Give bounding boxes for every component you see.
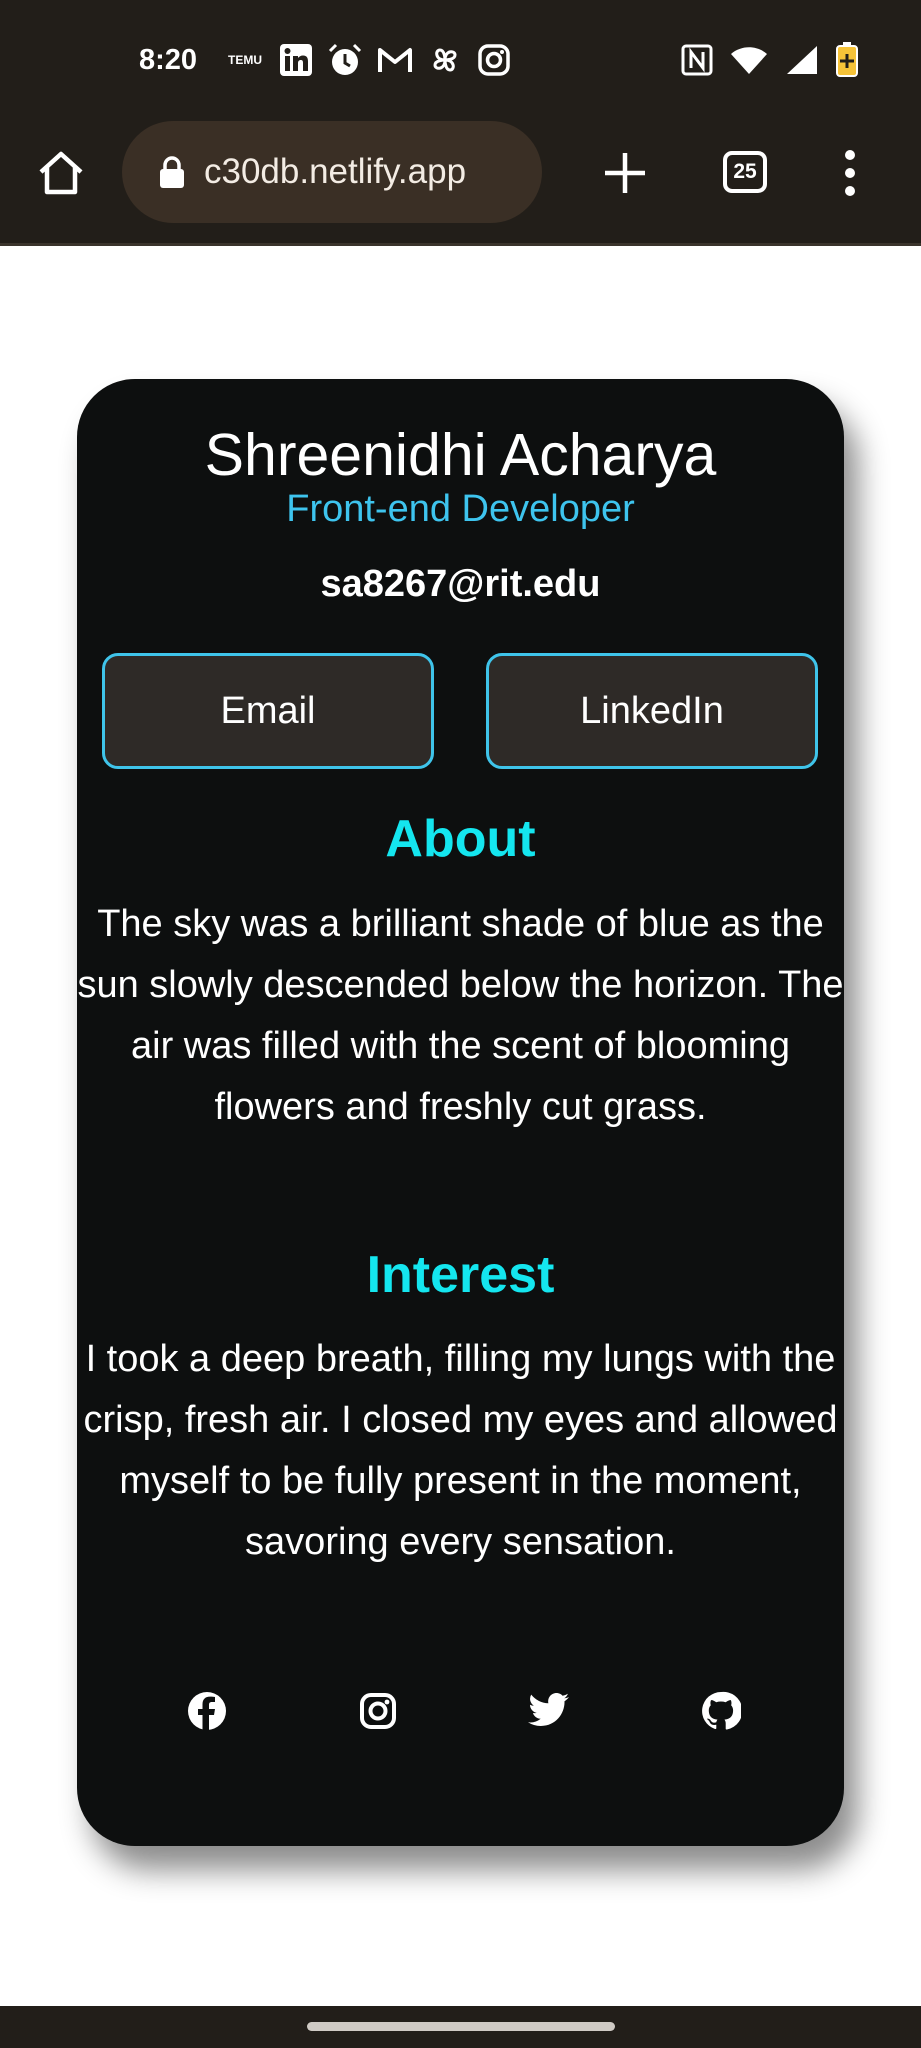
gesture-handle[interactable]: [307, 2022, 615, 2031]
lock-icon: [158, 155, 186, 189]
home-icon[interactable]: [34, 146, 88, 200]
profile-email: sa8267@rit.edu: [320, 563, 601, 605]
instagram-icon: [477, 43, 511, 77]
email-button[interactable]: Email: [102, 653, 434, 769]
toolbar-divider: [0, 243, 921, 246]
about-text: The sky was a brilliant shade of blue as…: [77, 903, 844, 1128]
profile-card: Shreenidhi Acharya Front-end Developer s…: [77, 379, 844, 1846]
status-bar: 8:20 TEMU: [0, 0, 921, 120]
wifi-icon: [729, 44, 769, 76]
interest-heading: Interest: [366, 1246, 555, 1304]
linkedin-button[interactable]: LinkedIn: [486, 653, 818, 769]
overflow-menu-icon[interactable]: [836, 148, 864, 198]
notification-icons: TEMU: [225, 40, 511, 80]
signal-icon: [785, 44, 819, 76]
profile-name: Shreenidhi Acharya: [204, 422, 717, 488]
battery-icon: [835, 42, 859, 78]
url-text: c30db.netlify.app: [204, 152, 467, 191]
linkedin-icon: [279, 43, 313, 77]
profile-role: Front-end Developer: [286, 488, 635, 530]
facebook-icon[interactable]: [185, 1689, 229, 1733]
address-bar[interactable]: c30db.netlify.app: [122, 121, 542, 223]
new-tab-icon[interactable]: [600, 148, 650, 198]
pinwheel-icon: [427, 42, 463, 78]
nfc-icon: [681, 44, 713, 76]
github-icon[interactable]: [699, 1689, 743, 1733]
instagram-icon[interactable]: [356, 1689, 400, 1733]
alarm-icon: [327, 42, 363, 78]
interest-text: I took a deep breath, filling my lungs w…: [83, 1338, 838, 1563]
system-icons: [681, 40, 859, 80]
tab-switcher-button[interactable]: 25: [723, 151, 767, 193]
gmail-icon: [377, 45, 413, 75]
temu-icon: TEMU: [228, 53, 262, 67]
twitter-icon[interactable]: [527, 1689, 571, 1733]
about-heading: About: [385, 810, 536, 868]
status-time: 8:20: [139, 44, 198, 76]
